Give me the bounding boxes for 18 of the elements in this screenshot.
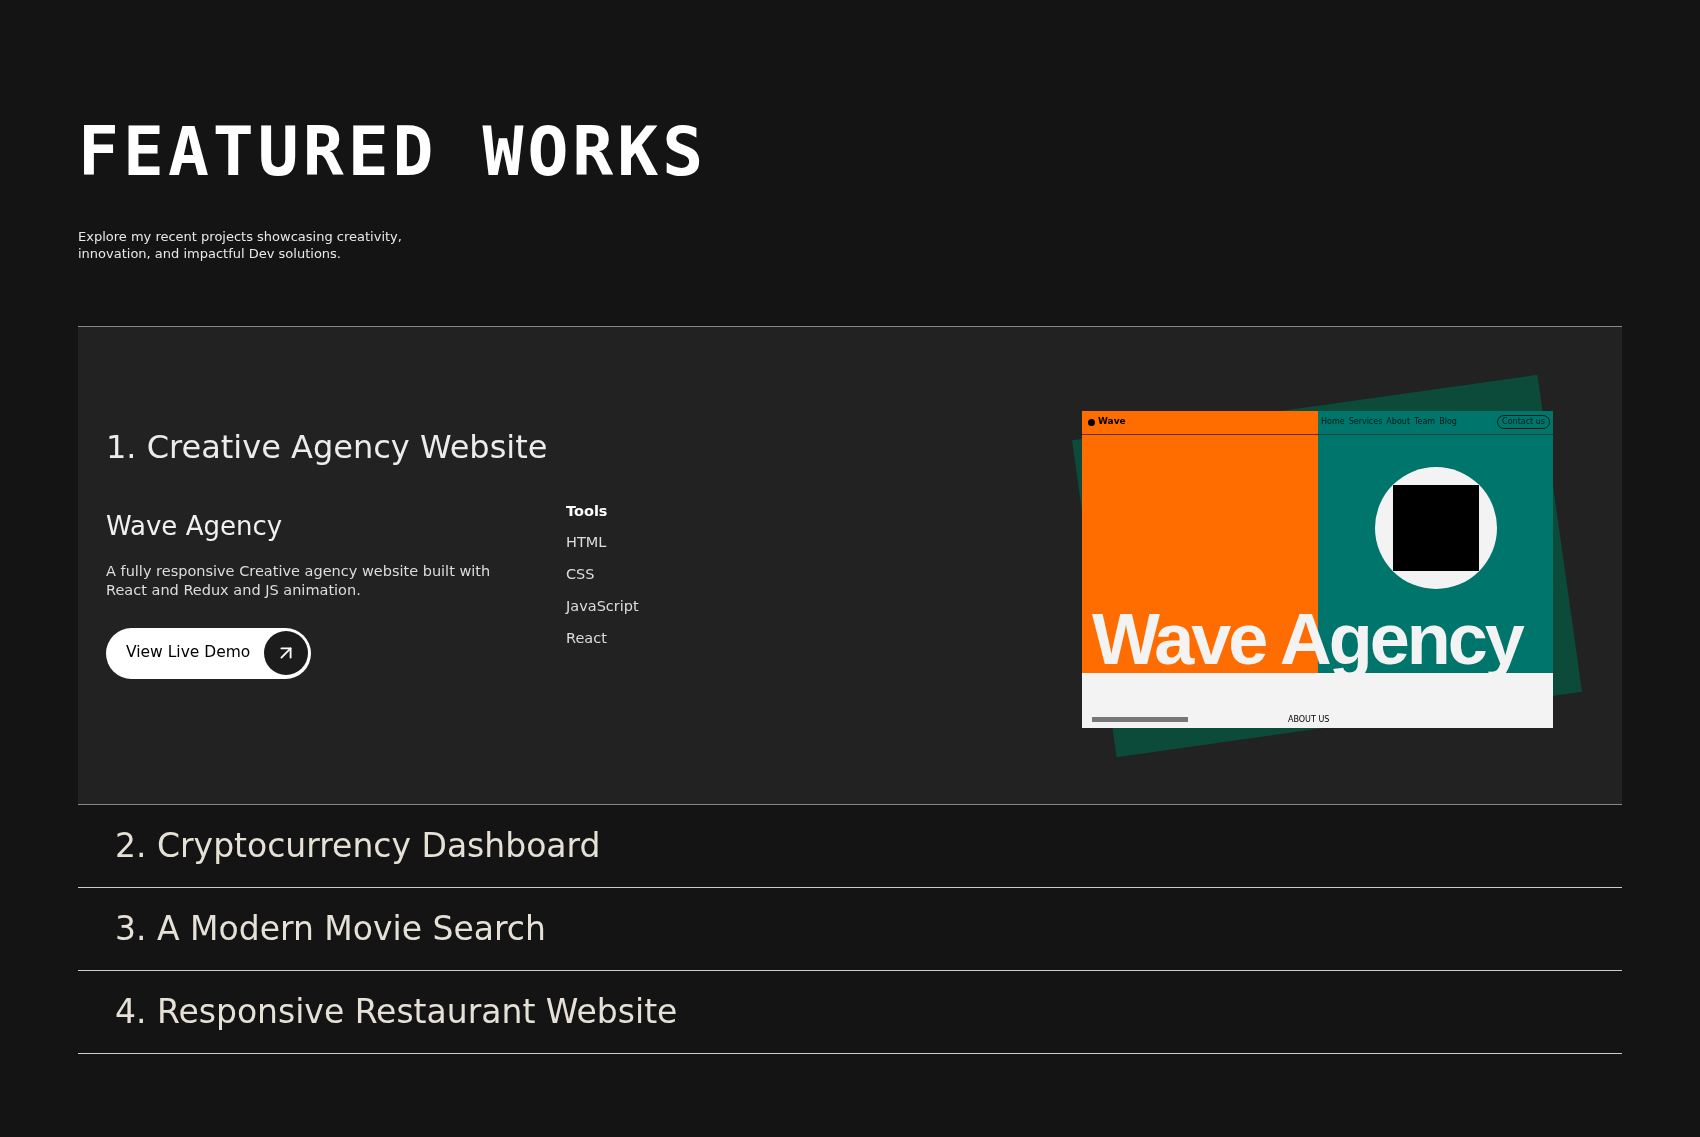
page-title: FEATURED WORKS (78, 112, 709, 192)
arrow-up-right-icon (264, 631, 309, 675)
live-demo-button[interactable]: View Live Demo (106, 627, 312, 679)
tool-label: HTML (566, 533, 608, 553)
tool-label: CSS (566, 565, 596, 584)
page-subtitle: Explore my recent projects showcasing creativity, innovation, and impactful Dev solutions. (78, 228, 403, 262)
project-row[interactable]: 3. A Modern Movie Search (78, 888, 1622, 971)
site-logo: Wave (1098, 415, 1126, 429)
project-description: A fully responsive Creative agency website built with React and Redux and JS animation. (106, 561, 492, 600)
site-section-label: ABOUT US (1288, 713, 1330, 726)
project-name: Wave Agency (106, 509, 284, 543)
tools-heading: Tools (566, 501, 609, 521)
tool-label: React (566, 628, 608, 648)
project-title[interactable]: 1. Creative Agency Website (106, 422, 639, 471)
project-row[interactable]: 4. Responsive Restaurant Website (78, 971, 1622, 1054)
project-row[interactable]: 2. Cryptocurrency Dashboard (78, 805, 1622, 888)
tool-label: JavaScript (566, 596, 639, 616)
logo-icon (1088, 418, 1095, 426)
